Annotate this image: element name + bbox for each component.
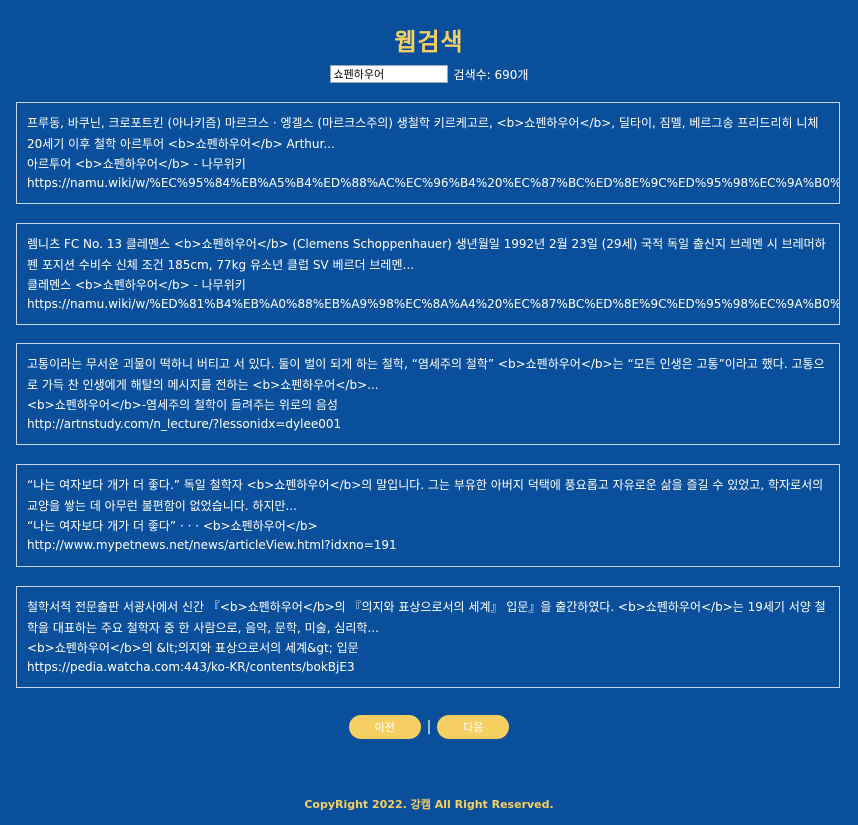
- result-snippet: 철학서적 전문출판 서광사에서 신간 『<b>쇼펜하우어</b>의 『의지와 표…: [27, 600, 826, 635]
- result-url-link[interactable]: https://namu.wiki/w/%ED%81%B4%EB%A0%88%E…: [27, 295, 839, 314]
- result-url-link[interactable]: https://namu.wiki/w/%EC%95%84%EB%A5%B4%E…: [27, 174, 839, 193]
- footer-copyright: CopyRight 2022. 강캠 All Right Reserved.: [304, 798, 554, 811]
- result-title: <b>쇼펜하우어</b>의 &lt;의지와 표상으로서의 세계&gt; 입문: [27, 641, 359, 655]
- next-page-button[interactable]: 다음: [437, 715, 510, 739]
- pagination-divider: |: [426, 719, 432, 735]
- result-card: 철학서적 전문출판 서광사에서 신간 『<b>쇼펜하우어</b>의 『의지와 표…: [16, 586, 840, 688]
- result-title: 아르투어 <b>쇼펜하우어</b> - 나무위키: [27, 157, 246, 171]
- result-snippet: 고통이라는 무서운 괴물이 떡하니 버티고 서 있다. 둘이 벌이 되게 하는 …: [27, 357, 825, 392]
- result-snippet: 프루동, 바쿠닌, 크로포트킨 (아나키즘) 마르크스 · 엥겔스 (마르크스주…: [27, 116, 819, 151]
- result-card: 고통이라는 무서운 괴물이 떡하니 버티고 서 있다. 둘이 벌이 되게 하는 …: [16, 343, 840, 445]
- result-card: 렘니츠 FC No. 13 클레멘스 <b>쇼펜하우어</b> (Clemens…: [16, 223, 840, 325]
- pagination: 이전 | 다음: [0, 715, 858, 739]
- result-title: <b>쇼펜하우어</b>-염세주의 철학이 들려주는 위로의 음성: [27, 398, 338, 412]
- result-count: 검색수: 690개: [453, 67, 529, 82]
- result-snippet: 렘니츠 FC No. 13 클레멘스 <b>쇼펜하우어</b> (Clemens…: [27, 237, 826, 272]
- result-title: “나는 여자보다 개가 더 좋다” · · · <b>쇼펜하우어</b>: [27, 519, 318, 533]
- search-input[interactable]: [329, 65, 448, 83]
- result-card: 프루동, 바쿠닌, 크로포트킨 (아나키즘) 마르크스 · 엥겔스 (마르크스주…: [16, 102, 840, 204]
- search-bar: 검색수: 690개: [0, 65, 858, 83]
- result-card: “나는 여자보다 개가 더 좋다.” 독일 철학자 <b>쇼펜하우어</b>의 …: [16, 464, 840, 567]
- result-url-link[interactable]: http://www.mypetnews.net/news/articleVie…: [27, 536, 829, 555]
- prev-page-button[interactable]: 이전: [348, 715, 421, 739]
- result-title: 클레멘스 <b>쇼펜하우어</b> - 나무위키: [27, 278, 246, 292]
- result-url-link[interactable]: https://pedia.watcha.com:443/ko-KR/conte…: [27, 658, 829, 677]
- result-snippet: “나는 여자보다 개가 더 좋다.” 독일 철학자 <b>쇼펜하우어</b>의 …: [27, 478, 824, 513]
- result-url-link[interactable]: http://artnstudy.com/n_lecture/?lessonid…: [27, 415, 829, 434]
- page-title: 웹검색: [394, 28, 464, 56]
